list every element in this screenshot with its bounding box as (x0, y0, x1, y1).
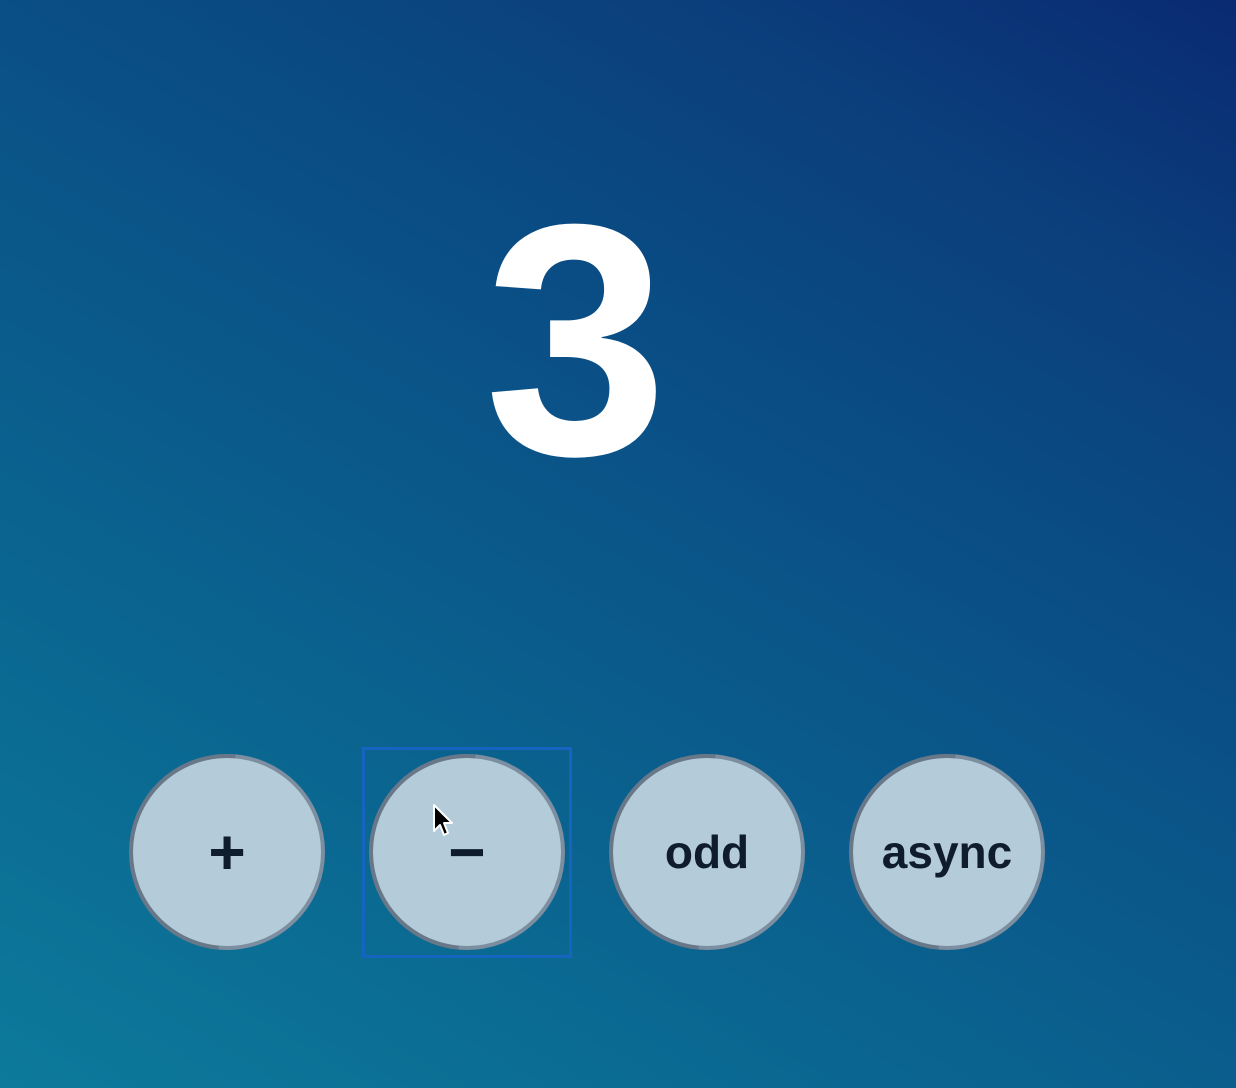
decrement-button[interactable]: − (369, 754, 565, 950)
increment-if-odd-button[interactable]: odd (609, 754, 805, 950)
async-label: async (881, 826, 1013, 878)
increment-label: + (208, 816, 246, 888)
increment-async-button[interactable]: async (849, 754, 1045, 950)
counter-value: 3 (484, 155, 668, 524)
decrement-label: − (448, 816, 486, 888)
increment-button[interactable]: + (129, 754, 325, 950)
odd-label: odd (664, 826, 750, 878)
